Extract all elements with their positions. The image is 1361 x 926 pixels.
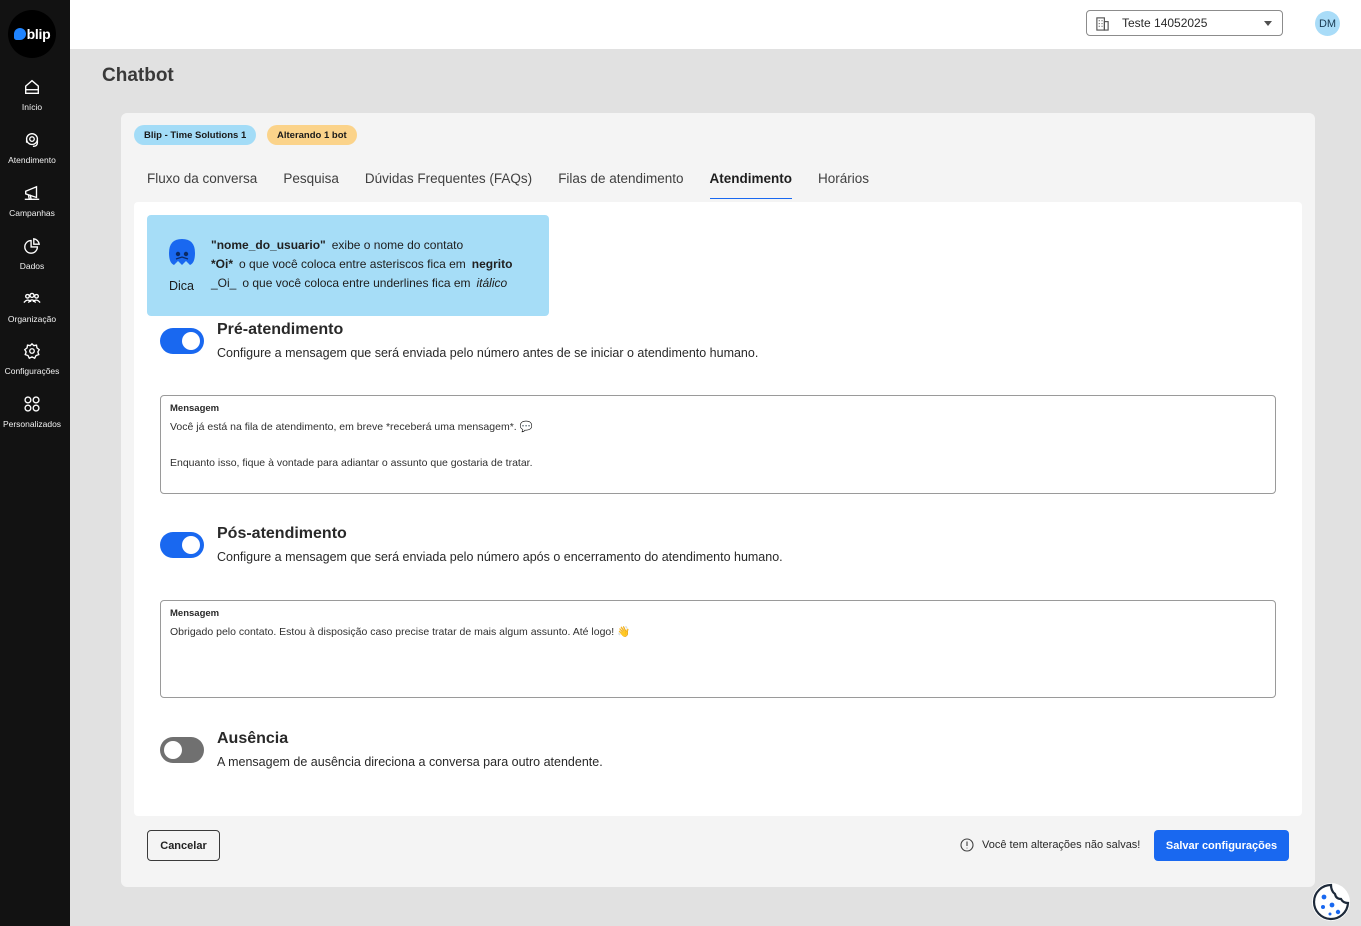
- settings-card: Blip - Time Solutions 1 Alterando 1 bot …: [121, 113, 1315, 887]
- sidebar: blip Início Atendimento Campanhas Dados …: [0, 0, 70, 926]
- unsaved-warning-text: Você tem alterações não salvas!: [982, 839, 1141, 851]
- tab-atendimento[interactable]: Atendimento: [709, 171, 793, 199]
- tip-box: Dica "nome_do_usuario" exibe o nome do co…: [147, 215, 549, 316]
- tip-code: "nome_do_usuario": [211, 238, 326, 252]
- chevron-down-icon: [1264, 21, 1272, 26]
- message-text[interactable]: Obrigado pelo contato. Estou à disposiçã…: [170, 623, 1260, 641]
- tip-line-bold: *Oi* o que você coloca entre asteriscos f…: [211, 255, 512, 274]
- pie-chart-icon: [24, 238, 40, 254]
- headset-icon: [25, 133, 39, 147]
- tip-line-italic: _Oi_ o que você coloca entre underlines f…: [211, 274, 512, 293]
- megaphone-icon: [24, 185, 40, 200]
- sidebar-item-configuracoes[interactable]: Configurações: [0, 342, 64, 388]
- absence-toggle[interactable]: [160, 737, 204, 763]
- section-title: Pré-atendimento: [217, 321, 344, 338]
- tip-code: *Oi*: [211, 257, 234, 271]
- pre-attendance-message-field[interactable]: Mensagem Você já está na fila de atendim…: [160, 395, 1276, 494]
- bot-chip: Blip - Time Solutions 1: [134, 125, 257, 145]
- message-text[interactable]: Você já está na fila de atendimento, em …: [170, 418, 1260, 472]
- cookie-icon[interactable]: [1311, 882, 1351, 922]
- section-description: Configure a mensagem que será enviada pe…: [217, 550, 783, 564]
- sidebar-item-label: Configurações: [4, 366, 60, 376]
- people-icon: [23, 292, 41, 304]
- tip-emphasis: negrito: [471, 257, 513, 271]
- building-icon: [1096, 16, 1109, 31]
- section-title: Pós-atendimento: [217, 525, 347, 542]
- post-attendance-message-field[interactable]: Mensagem Obrigado pelo contato. Estou à …: [160, 600, 1276, 698]
- tab-faqs[interactable]: Dúvidas Frequentes (FAQs): [365, 171, 532, 199]
- tip-line-username: "nome_do_usuario" exibe o nome do contato: [211, 236, 512, 255]
- info-icon: [960, 838, 974, 852]
- page-title: Chatbot: [102, 65, 174, 86]
- tab-horarios[interactable]: Horários: [818, 171, 869, 199]
- sidebar-item-dados[interactable]: Dados: [0, 237, 64, 283]
- sidebar-item-campanhas[interactable]: Campanhas: [0, 184, 64, 230]
- unsaved-warning: Você tem alterações não salvas!: [960, 838, 1140, 852]
- tip-code: _Oi_: [211, 276, 237, 290]
- tip-text: o que você coloca entre underlines fica …: [242, 276, 471, 290]
- message-label: Mensagem: [170, 403, 220, 414]
- tip-label: Dica: [169, 279, 195, 293]
- tab-filas-de-atendimento[interactable]: Filas de atendimento: [558, 171, 683, 199]
- gear-icon: [23, 342, 41, 360]
- sidebar-item-inicio[interactable]: Início: [0, 78, 64, 124]
- sidebar-item-label: Organização: [7, 314, 57, 324]
- tip-text: o que você coloca entre asteriscos fica …: [239, 257, 466, 271]
- sidebar-item-organizacao[interactable]: Organização: [0, 290, 64, 336]
- save-button[interactable]: Salvar configurações: [1154, 830, 1289, 861]
- tab-content: Dica "nome_do_usuario" exibe o nome do co…: [134, 202, 1302, 816]
- sidebar-item-personalizados[interactable]: Personalizados: [0, 395, 64, 441]
- top-bar: Teste 14052025 DM: [70, 0, 1361, 49]
- sidebar-item-label: Campanhas: [9, 208, 55, 218]
- grid-icon: [24, 396, 40, 412]
- tip-emphasis: itálico: [476, 276, 508, 290]
- blip-logo[interactable]: blip: [8, 10, 56, 58]
- tenant-select[interactable]: Teste 14052025: [1086, 10, 1283, 36]
- tip-text: exibe o nome do contato: [331, 238, 464, 252]
- altering-chip: Alterando 1 bot: [267, 125, 357, 145]
- post-attendance-toggle[interactable]: [160, 532, 204, 558]
- sidebar-item-label: Personalizados: [2, 419, 62, 429]
- sidebar-item-atendimento[interactable]: Atendimento: [0, 131, 64, 177]
- sidebar-item-label: Dados: [19, 261, 45, 271]
- home-icon: [25, 79, 39, 94]
- section-description: A mensagem de ausência direciona a conve…: [217, 755, 603, 769]
- section-title: Ausência: [217, 730, 289, 747]
- mascot-icon: [169, 239, 195, 265]
- sidebar-item-label: Atendimento: [8, 155, 56, 165]
- sidebar-item-label: Início: [21, 102, 43, 112]
- tenant-name: Teste 14052025: [1122, 16, 1208, 30]
- cancel-button[interactable]: Cancelar: [147, 830, 220, 861]
- tab-bar: Fluxo da conversa Pesquisa Dúvidas Frequ…: [147, 171, 895, 199]
- avatar[interactable]: DM: [1315, 11, 1340, 36]
- tab-fluxo-da-conversa[interactable]: Fluxo da conversa: [147, 171, 257, 199]
- pre-attendance-toggle[interactable]: [160, 328, 204, 354]
- section-description: Configure a mensagem que será enviada pe…: [217, 346, 759, 360]
- tab-pesquisa[interactable]: Pesquisa: [283, 171, 339, 199]
- logo-text: blip: [26, 26, 51, 42]
- message-label: Mensagem: [170, 608, 220, 619]
- blip-logo-icon: [13, 28, 26, 40]
